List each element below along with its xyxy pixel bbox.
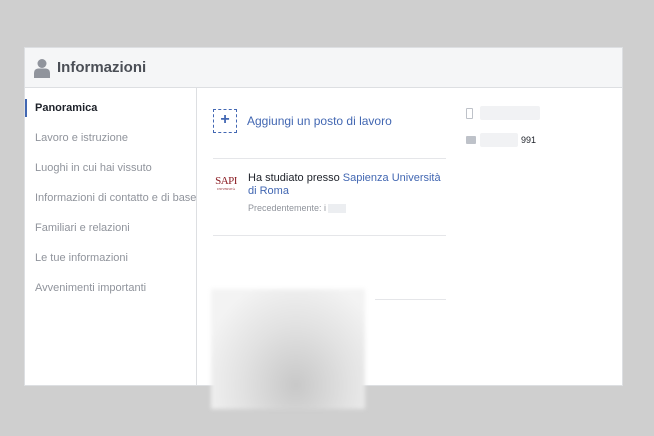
overview-content: + Aggiungi un posto di lavoro SAPI UNIVE… (197, 88, 622, 409)
sidebar-item-lavoro-istruzione[interactable]: Lavoro e istruzione (25, 128, 196, 148)
sidebar: Panoramica Lavoro e istruzione Luoghi in… (25, 88, 197, 385)
education-text: Ha studiato presso Sapienza Università d… (248, 172, 441, 197)
sidebar-item-luoghi[interactable]: Luoghi in cui hai vissuto (25, 158, 196, 178)
sidebar-item-contatto[interactable]: Informazioni di contatto e di base (25, 188, 196, 208)
add-workplace-button[interactable]: + Aggiungi un posto di lavoro (213, 109, 392, 133)
person-icon (34, 58, 50, 78)
about-panel: Informazioni Panoramica Lavoro e istruzi… (24, 47, 623, 409)
sidebar-item-tue-informazioni[interactable]: Le tue informazioni (25, 248, 196, 268)
about-header: Informazioni (25, 48, 622, 88)
blurred-content (211, 289, 365, 409)
redacted-field (328, 204, 347, 214)
university-logo[interactable]: SAPI UNIVERSITÀ (213, 176, 239, 196)
divider (213, 235, 446, 236)
sidebar-item-avvenimenti[interactable]: Avvenimenti importanti (25, 278, 196, 298)
page-title: Informazioni (57, 59, 147, 76)
phone-icon (466, 107, 473, 119)
birthday-row: 991 (466, 133, 536, 147)
add-workplace-label: Aggiungi un posto di lavoro (247, 114, 392, 128)
cake-icon (466, 136, 476, 144)
previously-text: Precedentemente: i (248, 203, 347, 214)
redacted-birthday (480, 133, 518, 147)
sidebar-item-familiari[interactable]: Familiari e relazioni (25, 218, 196, 238)
redacted-phone (480, 106, 540, 120)
sidebar-item-panoramica[interactable]: Panoramica (25, 98, 196, 118)
birthday-year: 991 (521, 135, 537, 145)
plus-icon: + (213, 109, 237, 133)
divider (213, 158, 446, 159)
phone-row (466, 106, 540, 120)
divider (375, 299, 446, 300)
